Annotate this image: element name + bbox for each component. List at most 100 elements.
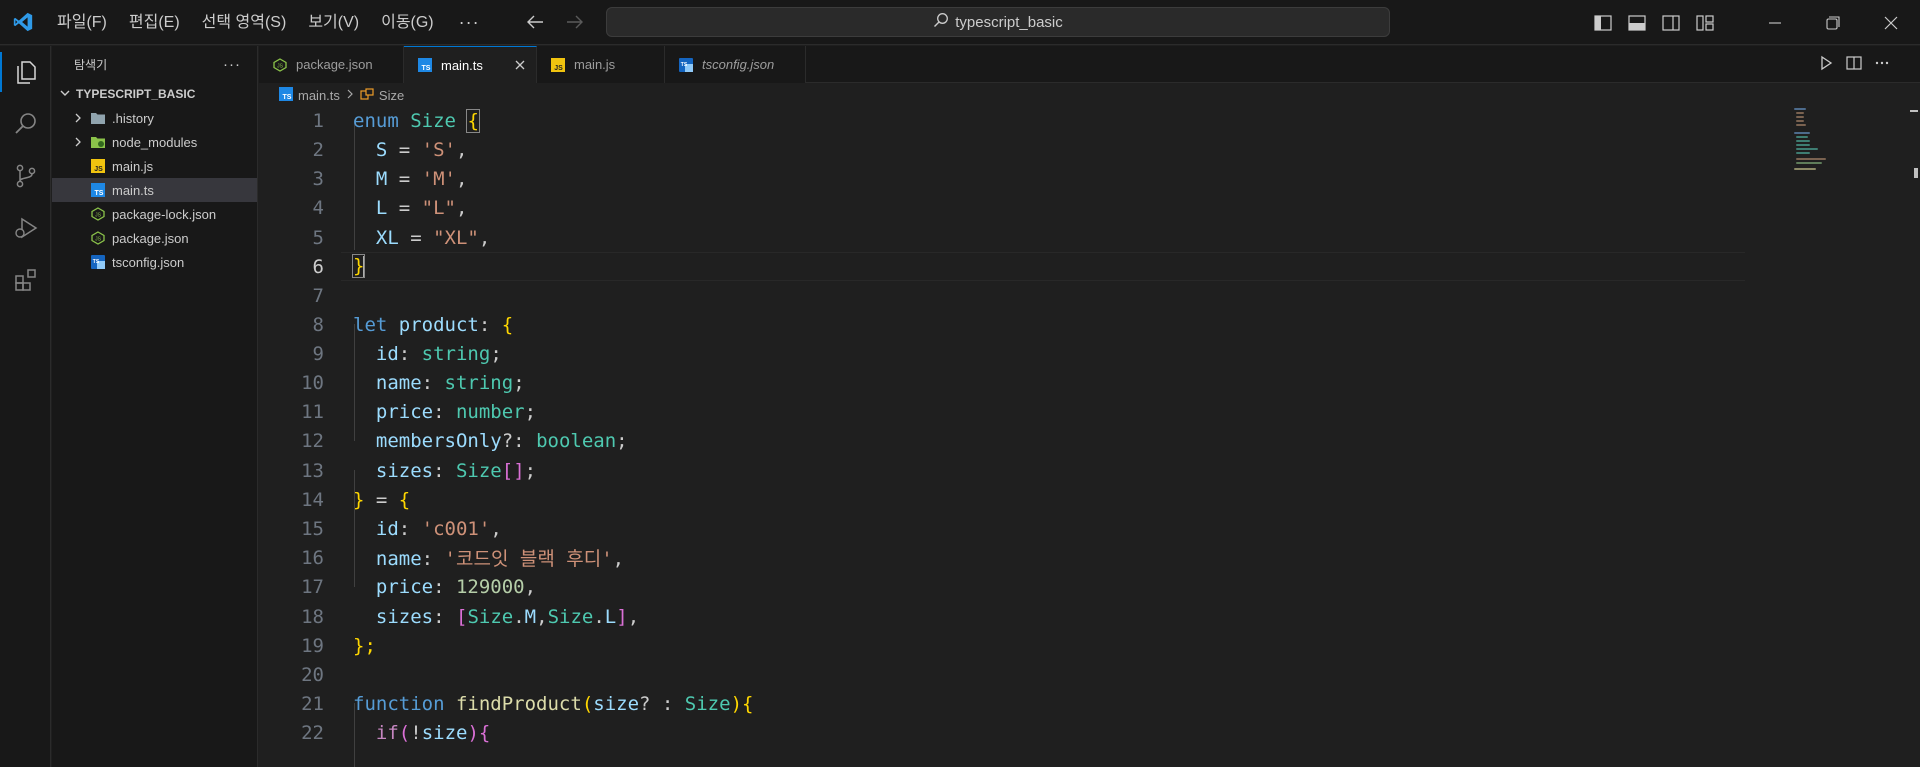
tsconfig-icon: TS	[90, 254, 106, 270]
minimap[interactable]	[1794, 106, 1904, 176]
code-line: 13 sizes: Size[];	[259, 456, 536, 485]
code-token: ,	[612, 548, 625, 570]
minimap-line	[1796, 140, 1810, 142]
source-control-icon[interactable]	[0, 150, 51, 202]
code-line: 11 price: number;	[259, 397, 536, 426]
code-line: 17 price: 129000,	[259, 572, 536, 601]
menu-selection[interactable]: 선택 영역(S)	[191, 0, 298, 45]
tab-main-ts[interactable]: TS main.ts	[404, 46, 537, 83]
chevron-right-icon	[345, 88, 355, 103]
code-token: if	[375, 721, 399, 744]
workspace-folder[interactable]: TYPESCRIPT_BASIC	[52, 82, 257, 106]
explorer-more-button[interactable]: ···	[223, 56, 241, 73]
code-token: ]	[616, 605, 628, 628]
more-actions-button[interactable]	[1874, 55, 1890, 74]
title-bar: 파일(F) 편집(E) 선택 영역(S) 보기(V) 이동(G) ··· typ…	[0, 0, 1920, 45]
code-token: };	[353, 634, 376, 657]
menu-file[interactable]: 파일(F)	[46, 0, 118, 45]
back-arrow-icon[interactable]	[524, 11, 546, 33]
breadcrumb-symbol[interactable]: Size	[379, 88, 404, 103]
tree-item-tsconfig-json[interactable]: TS tsconfig.json	[52, 250, 257, 274]
forward-arrow-icon[interactable]	[564, 11, 586, 33]
vertical-scrollbar[interactable]	[1906, 106, 1920, 767]
code-line: 7	[259, 281, 324, 310]
scroll-marker	[1910, 110, 1918, 112]
close-window-icon[interactable]	[1862, 0, 1920, 45]
code-token: ;	[490, 342, 502, 365]
menu-more-button[interactable]: ···	[445, 12, 494, 33]
menu-go[interactable]: 이동(G)	[370, 0, 445, 45]
code-token: :	[478, 313, 491, 336]
code-token: price	[375, 400, 434, 423]
breadcrumb-file[interactable]: main.ts	[298, 88, 340, 103]
split-editor-icon[interactable]	[1846, 55, 1862, 74]
code-line: 5 XL = "XL",	[259, 223, 491, 252]
code-editor[interactable]: 1 enum Size { 2 S = 'S', 3 M = 'M', 4 L …	[259, 106, 1920, 767]
tree-item-package-json[interactable]: JS package.json	[52, 226, 257, 250]
code-token: ,	[536, 605, 548, 628]
close-icon[interactable]	[512, 57, 528, 73]
code-token: L	[375, 196, 388, 219]
minimap-line	[1796, 162, 1822, 164]
code-token: name	[375, 548, 422, 570]
menu-edit[interactable]: 편집(E)	[118, 0, 191, 45]
command-center-search[interactable]: typescript_basic	[606, 7, 1390, 37]
code-token: )	[467, 721, 479, 744]
code-token: [	[501, 459, 514, 482]
line-number: 3	[312, 167, 324, 190]
tab-tsconfig-json[interactable]: TS tsconfig.json	[665, 46, 806, 83]
minimize-icon[interactable]	[1746, 0, 1804, 45]
editor-tabs: JS package.json TS main.ts JS main.js TS…	[259, 46, 1920, 83]
code-token: string	[421, 342, 491, 365]
code-token: product	[398, 313, 479, 336]
tree-item-node-modules[interactable]: node_modules	[52, 130, 257, 154]
code-token: :	[433, 605, 456, 628]
line-number: 18	[301, 605, 324, 628]
minimap-line	[1796, 124, 1806, 126]
code-token: ;	[524, 459, 537, 482]
tree-item-main-ts[interactable]: TS main.ts	[52, 178, 257, 202]
breadcrumb: TS main.ts Size	[259, 84, 1920, 106]
toggle-primary-sidebar-icon[interactable]	[1586, 0, 1620, 45]
tab-label: main.js	[574, 57, 616, 72]
code-line: 21 function findProduct(size? : Size){	[259, 689, 753, 718]
menu-view[interactable]: 보기(V)	[297, 0, 370, 45]
code-token: =	[387, 138, 422, 161]
code-line: 1 enum Size {	[259, 106, 480, 135]
node-folder-icon	[90, 134, 106, 150]
code-line: 20	[259, 660, 324, 689]
code-line: 16 name: '코드잇 블랙 후디',	[259, 543, 624, 572]
tree-item-package-lock-json[interactable]: JS package-lock.json	[52, 202, 257, 226]
toggle-panel-icon[interactable]	[1620, 0, 1654, 45]
code-line: 14 } = {	[259, 485, 410, 514]
code-token: ? :	[639, 692, 685, 715]
tree-item-label: package.json	[112, 230, 189, 246]
code-token: !	[410, 721, 422, 744]
current-line-highlight	[341, 252, 1745, 281]
code-token: (	[398, 721, 411, 744]
extensions-icon[interactable]	[0, 254, 51, 306]
run-debug-icon[interactable]	[0, 202, 51, 254]
svg-text:JS: JS	[277, 63, 284, 69]
svg-text:TS: TS	[422, 65, 431, 72]
tree-item-main-js[interactable]: JS main.js	[52, 154, 257, 178]
code-token: id	[375, 342, 399, 365]
customize-layout-icon[interactable]	[1688, 0, 1722, 45]
search-sidebar-icon[interactable]	[0, 98, 51, 150]
tab-main-js[interactable]: JS main.js	[537, 46, 665, 83]
explorer-icon[interactable]	[0, 46, 51, 98]
code-token: )	[730, 692, 743, 715]
code-token: ,	[456, 138, 468, 161]
restore-icon[interactable]	[1804, 0, 1862, 45]
run-icon[interactable]	[1818, 55, 1834, 74]
line-number: 5	[312, 226, 324, 249]
tab-package-json[interactable]: JS package.json	[259, 46, 404, 83]
chevron-right-icon	[70, 136, 86, 148]
code-token: string	[444, 371, 514, 394]
code-token: ,	[524, 575, 537, 598]
tree-item-history[interactable]: .history	[52, 106, 257, 130]
code-token: ;	[524, 400, 537, 423]
vscode-logo-icon	[0, 0, 46, 45]
line-number: 11	[301, 400, 324, 423]
toggle-secondary-sidebar-icon[interactable]	[1654, 0, 1688, 45]
